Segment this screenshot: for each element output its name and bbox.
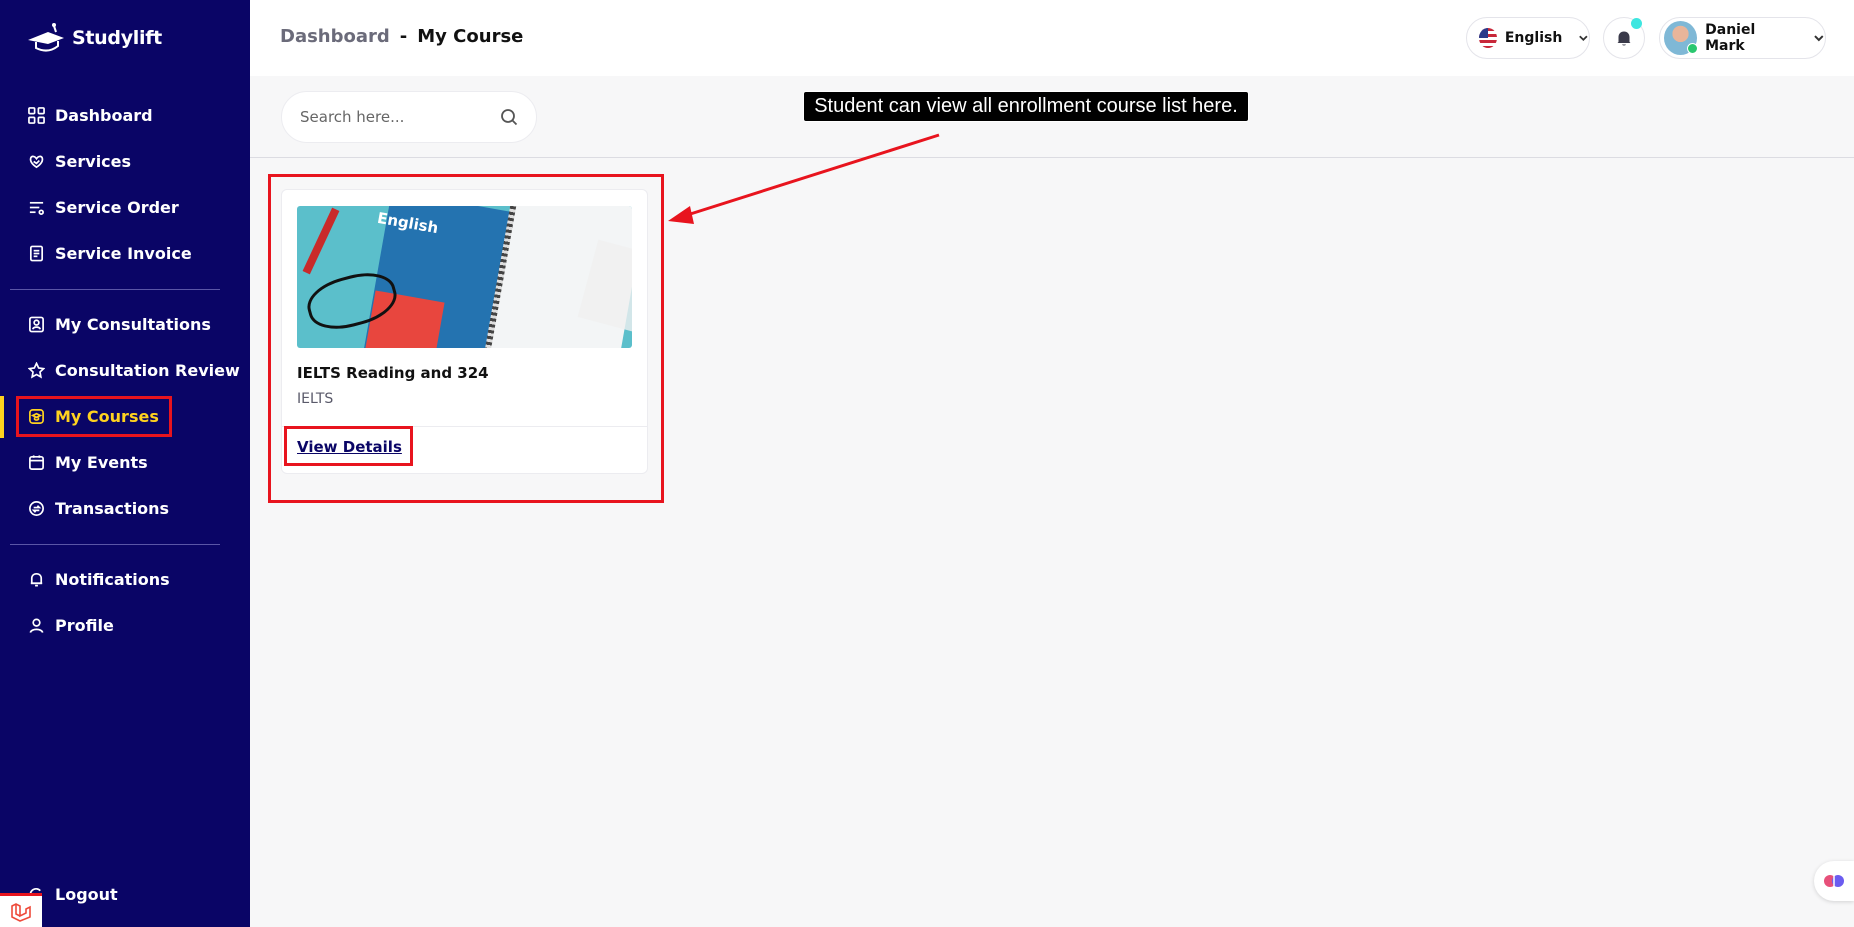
sidebar-divider bbox=[10, 544, 220, 545]
bell-icon bbox=[30, 572, 43, 586]
sidebar-item-label: Service Order bbox=[55, 197, 179, 217]
user-menu[interactable]: Daniel Mark bbox=[1659, 17, 1826, 59]
user-name: Daniel Mark bbox=[1705, 22, 1756, 54]
breadcrumb: Dashboard - My Course bbox=[280, 26, 523, 47]
sidebar-item-label: My Events bbox=[55, 452, 148, 472]
laravel-icon bbox=[11, 902, 31, 922]
sidebar-item-dashboard[interactable]: Dashboard bbox=[28, 103, 153, 127]
us-flag-icon bbox=[1479, 28, 1497, 48]
assistant-widget[interactable] bbox=[1814, 861, 1854, 901]
logout-label: Logout bbox=[55, 884, 118, 904]
brand-name: Studylift bbox=[72, 27, 162, 49]
bell-icon bbox=[1617, 31, 1631, 46]
sidebar-item-service-order[interactable]: Service Order bbox=[28, 195, 179, 219]
page-title: My Course bbox=[417, 26, 524, 47]
sidebar-item-consultation-review[interactable]: Consultation Review bbox=[28, 358, 240, 382]
sidebar: Studylift Dashboard Services Service Ord… bbox=[0, 0, 250, 927]
sidebar-divider bbox=[10, 289, 220, 290]
sidebar-item-service-invoice[interactable]: Service Invoice bbox=[28, 241, 192, 265]
brand-logo[interactable]: Studylift bbox=[26, 22, 162, 54]
grid-icon bbox=[28, 106, 45, 124]
highlight-box-view-details bbox=[284, 426, 413, 466]
callout-tooltip: Student can view all enrollment course l… bbox=[804, 92, 1248, 121]
search-box bbox=[281, 91, 537, 143]
transaction-icon bbox=[29, 500, 44, 516]
sidebar-item-label: Notifications bbox=[55, 569, 170, 589]
sidebar-item-my-events[interactable]: My Events bbox=[28, 450, 148, 474]
active-indicator bbox=[0, 396, 4, 438]
sidebar-item-label: My Courses bbox=[55, 406, 159, 426]
language-label: English bbox=[1504, 30, 1563, 46]
chevron-down-icon bbox=[1579, 35, 1588, 42]
sidebar-item-profile[interactable]: Profile bbox=[28, 613, 114, 637]
brain-icon bbox=[1824, 875, 1844, 887]
avatar bbox=[1664, 21, 1699, 55]
chevron-down-icon bbox=[1814, 35, 1824, 42]
course-thumbnail[interactable]: English bbox=[297, 206, 632, 348]
course-title[interactable]: IELTS Reading and 324 bbox=[297, 364, 489, 382]
sidebar-item-services[interactable]: Services bbox=[28, 149, 131, 173]
sidebar-item-label: Dashboard bbox=[55, 105, 153, 125]
notification-dot bbox=[1631, 18, 1642, 29]
top-header: Dashboard - My Course English Daniel Mar… bbox=[250, 0, 1854, 76]
notifications-button[interactable] bbox=[1603, 17, 1645, 59]
sidebar-item-my-courses[interactable]: My Courses bbox=[28, 404, 159, 428]
sidebar-item-label: Consultation Review bbox=[55, 360, 240, 380]
breadcrumb-dashboard[interactable]: Dashboard bbox=[280, 26, 390, 47]
sidebar-item-label: Service Invoice bbox=[55, 243, 192, 263]
sidebar-item-label: Services bbox=[55, 151, 132, 171]
graduation-icon bbox=[29, 408, 44, 424]
breadcrumb-separator: - bbox=[399, 26, 408, 47]
invoice-icon bbox=[29, 245, 44, 261]
list-filter-icon bbox=[29, 201, 44, 215]
user-icon bbox=[29, 618, 44, 633]
search-input[interactable] bbox=[300, 108, 490, 126]
course-category: IELTS bbox=[297, 391, 334, 407]
sidebar-item-my-consultations[interactable]: My Consultations bbox=[28, 312, 211, 336]
star-icon bbox=[28, 361, 45, 379]
language-selector[interactable]: English bbox=[1466, 17, 1590, 59]
consultation-icon bbox=[29, 316, 44, 332]
calendar-icon bbox=[29, 454, 44, 470]
sidebar-item-notifications[interactable]: Notifications bbox=[28, 567, 170, 591]
sidebar-item-label: Transactions bbox=[55, 498, 170, 518]
graduation-cap-logo-icon bbox=[28, 23, 64, 52]
sidebar-item-label: Profile bbox=[55, 615, 114, 635]
sidebar-item-transactions[interactable]: Transactions bbox=[28, 496, 169, 520]
laravel-debug-badge[interactable] bbox=[0, 893, 42, 927]
search-icon[interactable] bbox=[500, 108, 518, 126]
sidebar-item-label: My Consultations bbox=[55, 314, 211, 334]
heart-hand-icon bbox=[29, 155, 44, 168]
